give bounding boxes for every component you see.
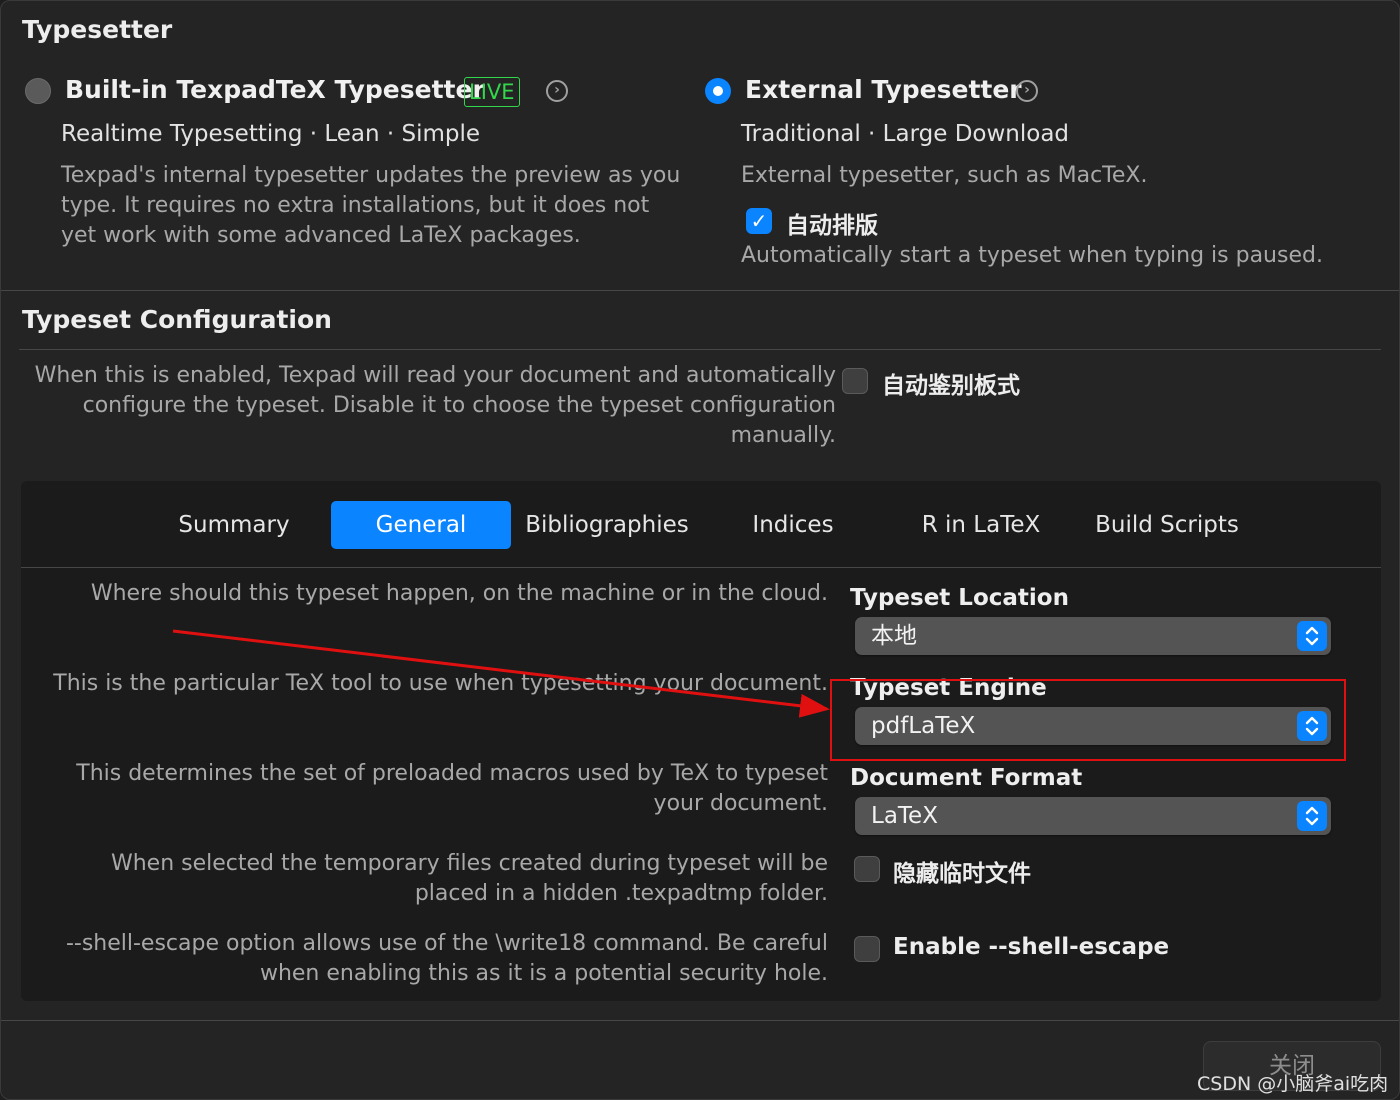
watermark: CSDN @小脑斧ai吃肉 — [1197, 1073, 1389, 1095]
annotation-arrow — [172, 629, 830, 718]
preferences-window: Typesetter Built-in TexpadTeX Typesetter… — [0, 0, 1400, 1100]
annotation-highlight-box — [830, 679, 1346, 761]
footer-divider — [1, 1020, 1399, 1021]
